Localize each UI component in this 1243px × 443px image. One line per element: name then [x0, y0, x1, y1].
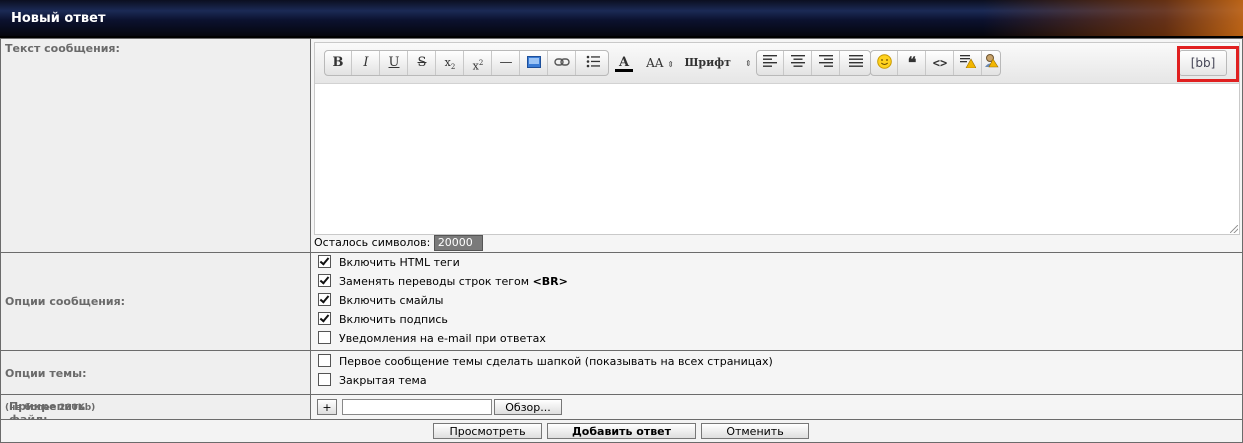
quote-icon[interactable]: ❝: [899, 51, 926, 75]
checkbox-signature[interactable]: [318, 312, 331, 325]
option-pin-first-post[interactable]: Первое сообщение темы сделать шапкой (по…: [318, 354, 773, 370]
insert-group: ❝ <>: [870, 50, 1001, 76]
add-file-button[interactable]: +: [317, 399, 337, 415]
option-signature-label: Включить подпись: [339, 313, 448, 326]
option-html-tags[interactable]: Включить HTML теги: [318, 255, 460, 271]
option-smileys[interactable]: Включить смайлы: [318, 293, 443, 309]
actions-bar: Просмотреть Добавить ответ Отменить: [1, 420, 1242, 442]
option-smileys-label: Включить смайлы: [339, 294, 444, 307]
cancel-button[interactable]: Отменить: [701, 423, 809, 439]
font-family-label: Шрифт: [684, 56, 731, 69]
align-center-icon[interactable]: [785, 51, 812, 75]
message-editor: B I U S x2 x2 — A AA ⇕ Шрифт ⇕ ❝ <> [bb]: [314, 42, 1240, 235]
resize-handle[interactable]: [1230, 225, 1238, 233]
option-email-notify-label: Уведомления на e-mail при ответах: [339, 332, 546, 345]
reply-form: Текст сообщения: B I U S x2 x2 — A AA ⇕ …: [0, 38, 1243, 443]
preview-button[interactable]: Просмотреть: [433, 423, 542, 439]
topic-options-cell: Первое сообщение темы сделать шапкой (по…: [311, 351, 1242, 394]
remaining-value: 20000: [433, 235, 483, 251]
offtop-icon[interactable]: [983, 51, 1000, 75]
message-options-label: Опции сообщения:: [5, 295, 126, 308]
option-closed-topic-label: Закрытая тема: [339, 374, 427, 387]
attach-label-cell: Прикрепить файл: (не более 200Kb): [1, 395, 311, 426]
attach-row: Прикрепить файл: (не более 200Kb) + Обзо…: [1, 395, 1242, 426]
option-html-tags-label: Включить HTML теги: [339, 256, 460, 269]
subscript-icon[interactable]: x2: [437, 51, 464, 75]
attach-label-wrap: Прикрепить файл: (не более 200Kb): [5, 400, 95, 426]
font-color-icon[interactable]: A: [610, 51, 638, 75]
align-group: [756, 50, 871, 76]
attach-cell: + Обзор...: [311, 395, 1242, 419]
editor-toolbar: B I U S x2 x2 — A AA ⇕ Шрифт ⇕ ❝ <> [bb]: [315, 43, 1239, 84]
message-value-cell: B I U S x2 x2 — A AA ⇕ Шрифт ⇕ ❝ <> [bb]…: [311, 39, 1242, 252]
message-options-label-cell: Опции сообщения:: [1, 253, 311, 350]
highlight-box: [1177, 46, 1239, 82]
message-options-row: Опции сообщения: Включить HTML теги Заме…: [1, 253, 1242, 351]
link-icon[interactable]: [549, 51, 576, 75]
page-title: Новый ответ: [11, 11, 106, 26]
option-br-tags[interactable]: Заменять переводы строк тегом <BR>: [318, 274, 568, 290]
font-family-icon[interactable]: Шрифт ⇕: [682, 51, 754, 75]
checkbox-email-notify[interactable]: [318, 331, 331, 344]
message-row: Текст сообщения: B I U S x2 x2 — A AA ⇕ …: [1, 39, 1242, 253]
code-icon[interactable]: <>: [927, 51, 954, 75]
align-right-icon[interactable]: [813, 51, 840, 75]
strikethrough-icon[interactable]: S: [409, 51, 436, 75]
option-pin-first-post-label: Первое сообщение темы сделать шапкой (по…: [339, 355, 773, 368]
remaining-label: Осталось символов:: [314, 236, 431, 249]
option-signature[interactable]: Включить подпись: [318, 312, 448, 328]
browse-button[interactable]: Обзор...: [494, 399, 562, 415]
message-label: Текст сообщения:: [5, 42, 120, 55]
horizontal-rule-icon[interactable]: —: [493, 51, 520, 75]
font-group: A AA ⇕ Шрифт ⇕: [599, 50, 756, 76]
image-icon[interactable]: [521, 51, 548, 75]
spoiler-icon[interactable]: [955, 51, 982, 75]
topic-options-label: Опции темы:: [5, 367, 87, 380]
submit-reply-button[interactable]: Добавить ответ: [547, 423, 696, 439]
checkbox-smileys[interactable]: [318, 293, 331, 306]
option-br-tags-label: Заменять переводы строк тегом: [339, 275, 530, 288]
align-justify-icon[interactable]: [841, 51, 870, 75]
font-size-label: AA: [646, 56, 664, 70]
header-bar: Новый ответ: [0, 0, 1243, 38]
option-br-tag-code: <BR>: [532, 275, 568, 288]
font-size-icon[interactable]: AA ⇕: [640, 51, 680, 75]
italic-icon[interactable]: I: [353, 51, 380, 75]
checkbox-br-tags[interactable]: [318, 274, 331, 287]
bold-icon[interactable]: B: [325, 51, 352, 75]
header-glow: [983, 0, 1243, 36]
checkbox-html-tags[interactable]: [318, 255, 331, 268]
format-group: B I U S x2 x2 —: [324, 50, 609, 76]
checkbox-pin-first-post[interactable]: [318, 354, 331, 367]
align-left-icon[interactable]: [757, 51, 784, 75]
remaining-counter: Осталось символов: 20000: [314, 235, 483, 251]
message-label-cell: Текст сообщения:: [1, 39, 311, 252]
message-textarea[interactable]: [315, 84, 1239, 234]
underline-icon[interactable]: U: [381, 51, 408, 75]
smiley-icon[interactable]: [871, 51, 898, 75]
file-path-input[interactable]: [342, 399, 492, 415]
topic-options-row: Опции темы: Первое сообщение темы сделат…: [1, 351, 1242, 395]
checkbox-closed-topic[interactable]: [318, 373, 331, 386]
topic-options-label-cell: Опции темы:: [1, 351, 311, 394]
superscript-icon[interactable]: x2: [465, 51, 492, 75]
message-options-cell: Включить HTML теги Заменять переводы стр…: [311, 253, 1242, 350]
option-closed-topic[interactable]: Закрытая тема: [318, 373, 427, 389]
option-email-notify[interactable]: Уведомления на e-mail при ответах: [318, 331, 546, 347]
